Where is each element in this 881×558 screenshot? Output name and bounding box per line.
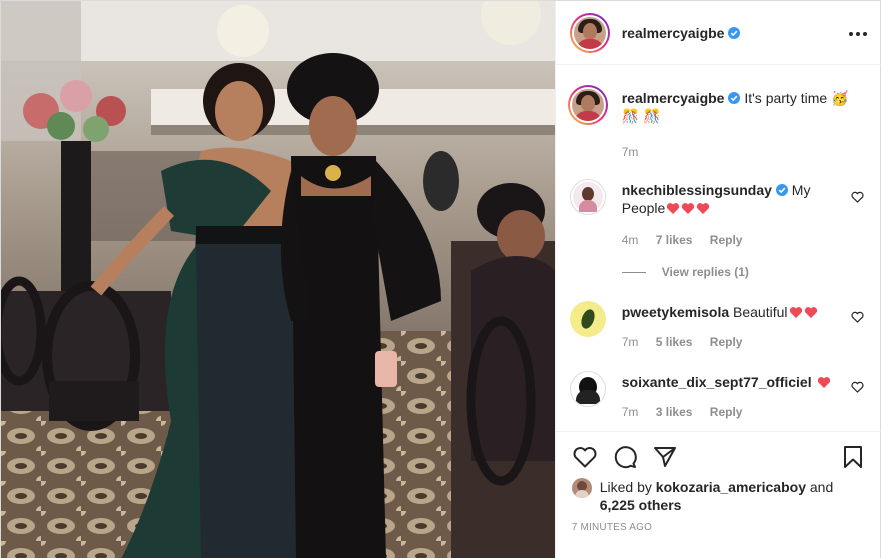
comment-body: soixante_dix_sept77_officiel xyxy=(622,373,852,391)
comment-time[interactable]: 4m xyxy=(622,233,639,247)
red-heart-emoji-icon xyxy=(804,307,817,318)
heart-icon[interactable] xyxy=(572,444,598,470)
verified-icon xyxy=(728,92,741,104)
comment-username[interactable]: pweetykemisola xyxy=(622,304,729,320)
verified-icon xyxy=(728,26,741,39)
post-photo[interactable] xyxy=(1,1,555,558)
post-actions: Liked by kokozaria_americaboy and 6,225 … xyxy=(555,431,881,558)
caption-body: realmercyaigbe It's party time 🥳 🎊 🎊 xyxy=(622,89,852,125)
comments-list[interactable]: realmercyaigbe It's party time 🥳 🎊 🎊 7m … xyxy=(556,65,881,431)
red-heart-emoji-icon xyxy=(789,307,802,318)
post-timestamp[interactable]: 7 minutes ago xyxy=(572,522,652,533)
author-avatar[interactable] xyxy=(569,12,610,53)
liked-by-text: Liked by kokozaria_americaboy and 6,225 … xyxy=(572,478,872,514)
author-username-text[interactable]: realmercyaigbe xyxy=(622,25,725,41)
red-heart-emoji-icon xyxy=(667,203,680,214)
red-heart-emoji-icon xyxy=(817,377,830,388)
caption-text: It's party time 🥳 xyxy=(744,90,849,106)
comment-meta: 7m 5 likes Reply xyxy=(622,335,757,349)
caption-emoji-line: 🎊 🎊 xyxy=(621,108,661,124)
bookmark-icon[interactable] xyxy=(840,444,866,470)
post-side-panel: realmercyaigbe realmercyaigbe It's party… xyxy=(554,1,881,558)
commenter-avatar[interactable] xyxy=(569,179,606,215)
comment-likes[interactable]: 7 likes xyxy=(656,233,693,247)
liked-by-others[interactable]: 6,225 others xyxy=(600,497,682,513)
comment-likes[interactable]: 5 likes xyxy=(656,335,693,349)
party-photo-illustration xyxy=(1,1,555,558)
comment-text: Beautiful xyxy=(733,304,788,320)
caption-meta: 7m xyxy=(622,145,653,159)
post-header: realmercyaigbe xyxy=(555,1,881,65)
comment-body: pweetykemisola Beautiful xyxy=(622,303,852,321)
liked-by-user[interactable]: kokozaria_americaboy xyxy=(656,479,806,495)
share-icon[interactable] xyxy=(652,444,678,470)
reply-button[interactable]: Reply xyxy=(710,335,743,349)
view-replies-line xyxy=(621,271,646,273)
view-replies-button[interactable]: View replies (1) xyxy=(621,265,749,279)
comment-username[interactable]: nkechiblessingsunday xyxy=(622,182,772,198)
liker-avatar[interactable] xyxy=(571,478,592,498)
commenter-avatar[interactable] xyxy=(569,371,606,407)
like-comment-heart-icon[interactable] xyxy=(851,191,864,203)
comment-meta: 7m 3 likes Reply xyxy=(622,405,757,419)
red-heart-emoji-icon xyxy=(682,203,695,214)
author-username[interactable]: realmercyaigbe xyxy=(622,25,741,41)
reply-button[interactable]: Reply xyxy=(710,405,743,419)
commenter-avatar[interactable] xyxy=(569,301,606,337)
red-heart-emoji-icon xyxy=(697,203,710,214)
comment-meta: 4m 7 likes Reply xyxy=(622,233,757,247)
caption-username[interactable]: realmercyaigbe xyxy=(622,90,725,106)
view-replies-label[interactable]: View replies (1) xyxy=(662,265,749,279)
caption-time[interactable]: 7m xyxy=(622,145,639,159)
like-comment-heart-icon[interactable] xyxy=(851,311,864,323)
liked-by-and: and xyxy=(809,479,834,495)
comment-icon[interactable] xyxy=(612,444,638,470)
comment-time[interactable]: 7m xyxy=(622,335,639,349)
more-options-icon[interactable] xyxy=(847,23,869,43)
like-comment-heart-icon[interactable] xyxy=(851,381,864,393)
instagram-post: realmercyaigbe realmercyaigbe It's party… xyxy=(0,0,881,558)
reply-button[interactable]: Reply xyxy=(710,233,743,247)
verified-icon xyxy=(775,184,788,196)
caption-avatar[interactable] xyxy=(567,85,608,125)
liked-by-section: Liked by kokozaria_americaboy and 6,225 … xyxy=(571,478,872,514)
comment-likes[interactable]: 3 likes xyxy=(656,405,693,419)
comment-time[interactable]: 7m xyxy=(622,405,639,419)
comment-body: nkechiblessingsunday My People xyxy=(622,181,852,217)
comment-username[interactable]: soixante_dix_sept77_officiel xyxy=(622,374,812,390)
liked-by-prefix: Liked by xyxy=(599,479,652,495)
